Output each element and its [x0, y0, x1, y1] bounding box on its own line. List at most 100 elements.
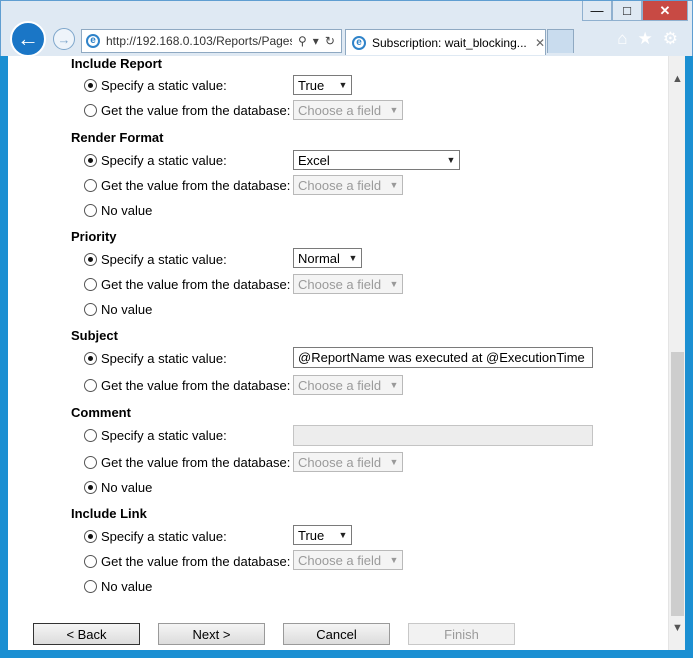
- chevron-down-icon: ▼: [338, 530, 348, 540]
- include-report-static-option[interactable]: Specify a static value:: [84, 78, 227, 93]
- back-arrow-icon[interactable]: ←: [10, 21, 46, 57]
- render-format-field-select: Choose a field ▼: [293, 175, 403, 195]
- include-link-db-option[interactable]: Get the value from the database:: [84, 554, 290, 569]
- back-button[interactable]: < Back: [33, 623, 140, 645]
- priority-db-radio[interactable]: [84, 278, 97, 291]
- forward-arrow-icon[interactable]: →: [53, 28, 75, 50]
- subject-db-radio[interactable]: [84, 379, 97, 392]
- render-format-none-option[interactable]: No value: [84, 203, 152, 218]
- maximize-button[interactable]: □: [612, 1, 642, 21]
- scroll-down-icon[interactable]: ▼: [669, 619, 685, 636]
- window-controls: — □ ✕: [582, 1, 688, 21]
- include-link-none-option[interactable]: No value: [84, 579, 152, 594]
- subject-static-option[interactable]: Specify a static value:: [84, 351, 227, 366]
- include-link-field-select: Choose a field ▼: [293, 550, 403, 570]
- comment-none-radio[interactable]: [84, 481, 97, 494]
- comment-none-option[interactable]: No value: [84, 480, 152, 495]
- new-tab-button[interactable]: [547, 29, 574, 53]
- gear-icon[interactable]: ⚙: [663, 29, 678, 49]
- close-window-button[interactable]: ✕: [642, 1, 688, 21]
- option-label: No value: [101, 480, 153, 495]
- favorites-star-icon[interactable]: ★: [638, 29, 653, 49]
- render-format-value-select[interactable]: Excel ▼: [293, 150, 460, 170]
- priority-db-option[interactable]: Get the value from the database:: [84, 277, 290, 292]
- tab-subscription[interactable]: e Subscription: wait_blocking... ✕: [345, 29, 546, 55]
- chevron-down-icon: ▼: [389, 457, 399, 467]
- address-bar[interactable]: e http://192.168.0.103/Reports/Pages ⚲ ▾…: [81, 29, 342, 53]
- next-button[interactable]: Next >: [158, 623, 265, 645]
- option-label: Specify a static value:: [101, 78, 227, 93]
- ie-logo-icon: e: [352, 35, 366, 50]
- comment-db-option[interactable]: Get the value from the database:: [84, 455, 290, 470]
- section-title-include-report: Include Report: [71, 56, 163, 71]
- include-link-none-radio[interactable]: [84, 580, 97, 593]
- chevron-down-icon: ▼: [389, 279, 399, 289]
- option-label: Specify a static value:: [101, 252, 227, 267]
- include-report-db-option[interactable]: Get the value from the database:: [84, 103, 290, 118]
- option-label: Get the value from the database:: [101, 103, 291, 118]
- minimize-button[interactable]: —: [582, 1, 612, 21]
- page-content: Include Report Specify a static value: T…: [8, 56, 685, 650]
- option-label: Get the value from the database:: [101, 277, 291, 292]
- scroll-up-icon[interactable]: ▲: [669, 70, 685, 87]
- option-label: Specify a static value:: [101, 428, 227, 443]
- render-format-none-radio[interactable]: [84, 204, 97, 217]
- comment-input: [293, 425, 593, 446]
- chevron-down-icon: ▼: [338, 80, 348, 90]
- render-format-static-radio[interactable]: [84, 154, 97, 167]
- address-text[interactable]: http://192.168.0.103/Reports/Pages: [106, 34, 292, 48]
- subject-input[interactable]: @ReportName was executed at @ExecutionTi…: [293, 347, 593, 368]
- comment-static-option[interactable]: Specify a static value:: [84, 428, 227, 443]
- finish-button: Finish: [408, 623, 515, 645]
- priority-value-select[interactable]: Normal ▼: [293, 248, 362, 268]
- chevron-down-icon: ▼: [446, 155, 456, 165]
- comment-static-radio[interactable]: [84, 429, 97, 442]
- scrollbar-thumb[interactable]: [671, 352, 684, 616]
- toolbar-right: ⌂ ★ ⚙: [617, 29, 678, 49]
- priority-static-radio[interactable]: [84, 253, 97, 266]
- render-format-db-radio[interactable]: [84, 179, 97, 192]
- chevron-down-icon: ▼: [389, 555, 399, 565]
- comment-field-select: Choose a field ▼: [293, 452, 403, 472]
- section-title-include-link: Include Link: [71, 506, 147, 521]
- include-report-static-radio[interactable]: [84, 79, 97, 92]
- option-label: Specify a static value:: [101, 351, 227, 366]
- chevron-down-icon: ▼: [348, 253, 358, 263]
- include-link-db-radio[interactable]: [84, 555, 97, 568]
- vertical-scrollbar[interactable]: ▲ ▼: [668, 56, 685, 650]
- include-link-static-radio[interactable]: [84, 530, 97, 543]
- priority-none-option[interactable]: No value: [84, 302, 152, 317]
- search-icon[interactable]: ⚲: [298, 34, 307, 48]
- window-bottom-border: [0, 650, 693, 658]
- browser-chrome: — □ ✕ ← → e http://192.168.0.103/Reports…: [0, 0, 693, 57]
- option-label: Specify a static value:: [101, 153, 227, 168]
- include-report-value-select[interactable]: True ▼: [293, 75, 352, 95]
- option-label: Get the value from the database:: [101, 178, 291, 193]
- chevron-down-icon: ▼: [389, 380, 399, 390]
- comment-db-radio[interactable]: [84, 456, 97, 469]
- chevron-down-icon: ▼: [389, 105, 399, 115]
- refresh-icon[interactable]: ↻: [325, 34, 335, 48]
- render-format-static-option[interactable]: Specify a static value:: [84, 153, 227, 168]
- section-title-render-format: Render Format: [71, 130, 164, 145]
- include-report-db-radio[interactable]: [84, 104, 97, 117]
- include-link-value-select[interactable]: True ▼: [293, 525, 352, 545]
- cancel-button[interactable]: Cancel: [283, 623, 390, 645]
- close-icon[interactable]: ✕: [535, 36, 545, 50]
- include-link-static-option[interactable]: Specify a static value:: [84, 529, 227, 544]
- chevron-down-icon[interactable]: ▾: [313, 34, 319, 48]
- subject-db-option[interactable]: Get the value from the database:: [84, 378, 290, 393]
- option-label: Specify a static value:: [101, 529, 227, 544]
- priority-none-radio[interactable]: [84, 303, 97, 316]
- chevron-down-icon: ▼: [389, 180, 399, 190]
- option-label: Get the value from the database:: [101, 554, 291, 569]
- render-format-db-option[interactable]: Get the value from the database:: [84, 178, 290, 193]
- option-label: No value: [101, 203, 153, 218]
- option-label: Get the value from the database:: [101, 378, 291, 393]
- subject-static-radio[interactable]: [84, 352, 97, 365]
- section-title-subject: Subject: [71, 328, 118, 343]
- option-label: No value: [101, 302, 153, 317]
- priority-static-option[interactable]: Specify a static value:: [84, 252, 227, 267]
- section-title-priority: Priority: [71, 229, 117, 244]
- home-icon[interactable]: ⌂: [617, 29, 627, 49]
